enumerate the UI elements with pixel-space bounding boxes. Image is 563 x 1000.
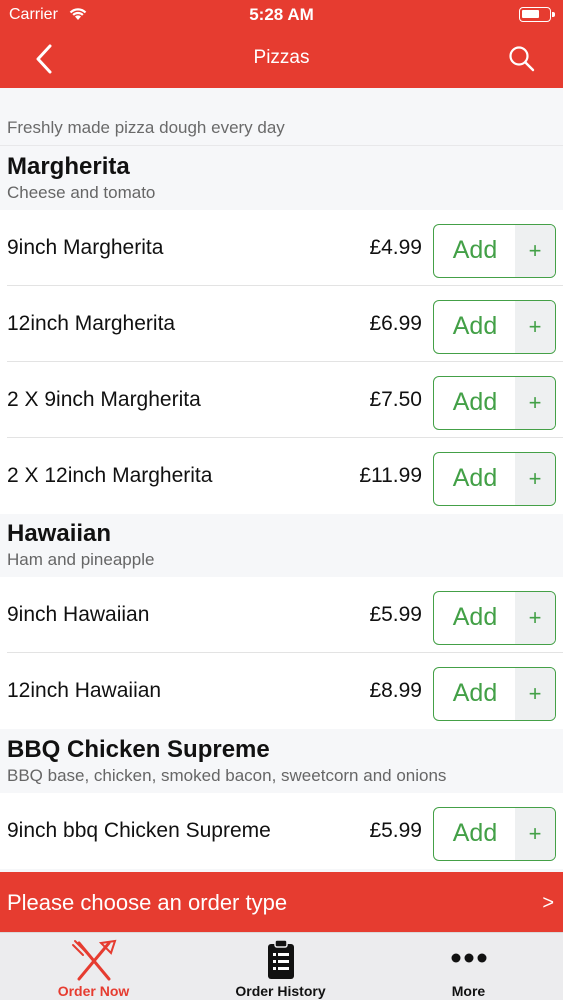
category-title: Margherita	[7, 153, 130, 180]
plus-icon: +	[515, 377, 555, 429]
add-label: Add	[452, 679, 498, 707]
item-price: £4.99	[369, 236, 422, 259]
tab-more[interactable]: More	[374, 933, 563, 1000]
menu-item-row: 2 X 9inch Margherita £7.50 Add +	[0, 362, 563, 438]
item-price: £5.99	[369, 603, 422, 626]
item-name: 9inch Margherita	[7, 236, 164, 259]
fork-knife-icon	[71, 939, 117, 988]
add-label: Add	[452, 464, 498, 492]
add-button[interactable]: Add +	[433, 300, 556, 354]
plus-icon: +	[515, 808, 555, 860]
add-label: Add	[452, 236, 498, 264]
order-type-prompt: Please choose an order type	[7, 890, 288, 915]
menu-item-row: 9inch Hawaiian £5.99 Add +	[0, 577, 563, 653]
clipboard-list-icon	[266, 939, 296, 986]
item-name: 2 X 9inch Margherita	[7, 388, 201, 411]
add-label: Add	[452, 388, 498, 416]
tab-label: Order Now	[57, 983, 130, 999]
category-description: BBQ base, chicken, smoked bacon, sweetco…	[7, 766, 447, 785]
menu-item-row: 12inch Margherita £6.99 Add +	[0, 286, 563, 362]
item-price: £7.50	[369, 388, 422, 411]
plus-icon: +	[515, 453, 555, 505]
add-label: Add	[452, 603, 498, 631]
menu-item-row: 2 X 12inch Margherita £11.99 Add +	[0, 438, 563, 514]
add-label: Add	[452, 312, 498, 340]
intro-text: Freshly made pizza dough every day	[7, 118, 285, 137]
battery-icon	[519, 7, 555, 22]
category-title: Hawaiian	[7, 520, 112, 547]
category-description: Ham and pineapple	[7, 550, 155, 569]
add-button[interactable]: Add +	[433, 376, 556, 430]
add-label: Add	[452, 819, 498, 847]
plus-icon: +	[515, 592, 555, 644]
item-name: 9inch bbq Chicken Supreme	[7, 819, 271, 842]
more-dots-icon	[451, 951, 487, 969]
item-name: 12inch Hawaiian	[7, 679, 162, 702]
chevron-right-icon: >	[542, 892, 554, 914]
item-price: £5.99	[369, 819, 422, 842]
tab-label: Order History	[235, 983, 326, 999]
tab-order-history[interactable]: Order History	[187, 933, 374, 1000]
plus-icon: +	[515, 225, 555, 277]
divider	[0, 145, 563, 146]
plus-icon: +	[515, 301, 555, 353]
menu-list[interactable]: Freshly made pizza dough every day Margh…	[0, 88, 563, 872]
status-bar: Carrier 5:28 AM	[0, 0, 563, 30]
clock: 5:28 AM	[249, 5, 314, 24]
add-button[interactable]: Add +	[433, 591, 556, 645]
item-name: 12inch Margherita	[7, 312, 176, 335]
order-type-bar[interactable]: Please choose an order type >	[0, 872, 563, 932]
add-button[interactable]: Add +	[433, 807, 556, 861]
item-price: £8.99	[369, 679, 422, 702]
add-button[interactable]: Add +	[433, 224, 556, 278]
tab-bar: Order Now Order History More	[0, 932, 563, 1000]
item-name: 2 X 12inch Margherita	[7, 464, 213, 487]
tab-label: More	[451, 983, 486, 999]
menu-item-row: 9inch Margherita £4.99 Add +	[0, 210, 563, 286]
item-price: £11.99	[359, 464, 422, 487]
add-button[interactable]: Add +	[433, 667, 556, 721]
page-title: Pizzas	[253, 47, 310, 68]
item-name: 9inch Hawaiian	[7, 603, 150, 626]
category-title: BBQ Chicken Supreme	[7, 736, 270, 763]
category-description: Cheese and tomato	[7, 183, 156, 202]
menu-item-row: 12inch Hawaiian £8.99 Add +	[0, 653, 563, 729]
nav-bar: Pizzas	[0, 30, 563, 88]
item-price: £6.99	[369, 312, 422, 335]
menu-item-row: 9inch bbq Chicken Supreme £5.99 Add +	[0, 793, 563, 869]
search-icon[interactable]	[507, 44, 537, 74]
plus-icon: +	[515, 668, 555, 720]
add-button[interactable]: Add +	[433, 452, 556, 506]
tab-order-now[interactable]: Order Now	[0, 933, 187, 1000]
